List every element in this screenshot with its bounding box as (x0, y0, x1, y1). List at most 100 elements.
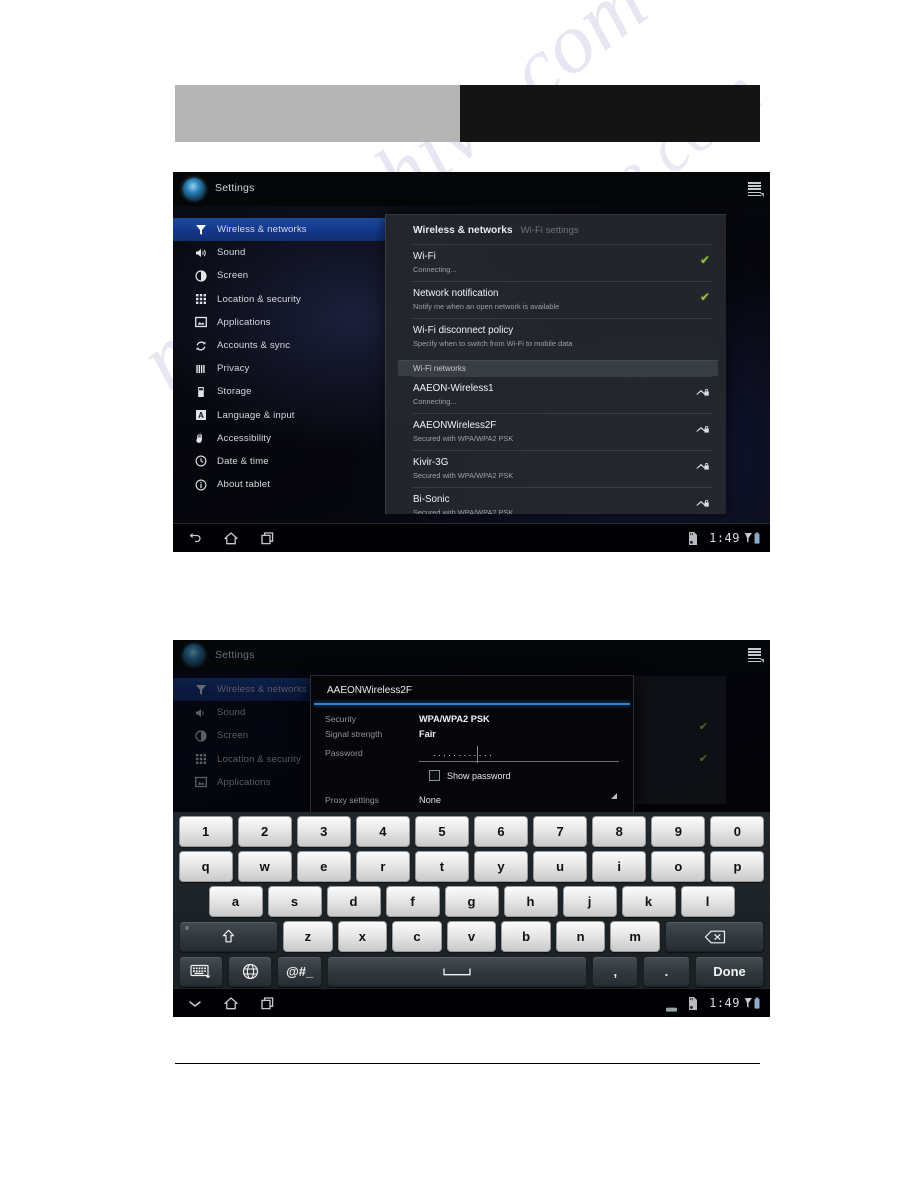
banner-right-block (460, 85, 760, 142)
key-x[interactable]: x (337, 921, 388, 952)
sidebar-item-sound[interactable]: Sound (173, 241, 385, 264)
key-t[interactable]: t (414, 851, 469, 882)
globe-language-icon (242, 963, 259, 980)
checkmark-icon[interactable]: ✔ (700, 291, 710, 303)
dialog-field-password[interactable]: Password ............ (325, 746, 619, 763)
space-key[interactable] (326, 956, 588, 987)
key-s[interactable]: s (267, 886, 322, 917)
hamburger-menu-icon[interactable] (748, 648, 764, 663)
key-z[interactable]: z (283, 921, 333, 952)
chevron-down-icon[interactable] (187, 996, 203, 1011)
key-f[interactable]: f (385, 886, 440, 917)
key-y[interactable]: y (474, 851, 529, 882)
network-status: Secured with WPA/WPA2 PSK (413, 471, 514, 480)
sidebar-item-accounts-sync[interactable]: Accounts & sync (173, 334, 385, 357)
sidebar-item-date-time[interactable]: Date & time (173, 450, 385, 473)
period-key[interactable]: . (643, 956, 690, 987)
wifi-network-row[interactable]: AAEON-Wireless1 Connecting... (413, 376, 712, 413)
home-icon[interactable] (223, 996, 239, 1011)
key-d[interactable]: d (326, 886, 381, 917)
storage-icon (195, 386, 207, 398)
sidebar-item-storage[interactable]: Storage (173, 380, 385, 403)
key-6[interactable]: 6 (474, 816, 529, 847)
grid-dots-icon (195, 753, 207, 765)
key-p[interactable]: p (710, 851, 765, 882)
key-e[interactable]: e (296, 851, 351, 882)
hamburger-menu-icon[interactable] (748, 182, 764, 197)
key-2[interactable]: 2 (237, 816, 292, 847)
setting-row-network-notification[interactable]: Network notification Notify me when an o… (413, 281, 712, 318)
key-b[interactable]: b (501, 921, 551, 952)
sidebar-item-wireless-networks[interactable]: Wireless & networks (173, 218, 385, 242)
key-u[interactable]: u (533, 851, 588, 882)
brightness-icon (195, 270, 207, 282)
comma-key[interactable]: , (592, 956, 639, 987)
key-i[interactable]: i (592, 851, 647, 882)
dropdown-arrow-icon[interactable] (611, 793, 617, 799)
usb-icon (666, 1000, 678, 1017)
wifi-network-row[interactable]: Kivir-3G Secured with WPA/WPA2 PSK (413, 450, 712, 487)
symbols-key[interactable]: @#_ (277, 956, 322, 987)
recent-apps-icon[interactable] (260, 531, 276, 546)
show-password-checkbox[interactable]: Show password (429, 770, 619, 781)
key-k[interactable]: k (621, 886, 676, 917)
key-h[interactable]: h (503, 886, 558, 917)
wifi-settings-panel: Wireless & networks Wi-Fi settings Wi-Fi … (385, 214, 726, 514)
proxy-select[interactable]: None (419, 790, 619, 808)
sidebar-item-accessibility[interactable]: Accessibility (173, 427, 385, 450)
key-a[interactable]: a (208, 886, 263, 917)
sidebar-item-privacy[interactable]: Privacy (173, 357, 385, 380)
key-c[interactable]: c (392, 921, 442, 952)
network-status: Secured with WPA/WPA2 PSK (413, 434, 514, 443)
shot2-navigation-bar: 1:49 (173, 988, 770, 1017)
sd-card-icon (687, 997, 698, 1015)
key-n[interactable]: n (555, 921, 606, 952)
key-3[interactable]: 3 (296, 816, 351, 847)
key-7[interactable]: 7 (533, 816, 588, 847)
key-0[interactable]: 0 (710, 816, 765, 847)
shift-key[interactable] (178, 921, 279, 952)
recent-apps-icon[interactable] (260, 996, 276, 1011)
setting-row-wifi-disconnect-policy[interactable]: Wi-Fi disconnect policy Specify when to … (413, 318, 712, 355)
key-8[interactable]: 8 (592, 816, 647, 847)
wifi-network-row[interactable]: AAEONWireless2F Secured with WPA/WPA2 PS… (413, 413, 712, 450)
dialog-field-proxy-settings[interactable]: Proxy settings None (325, 790, 619, 808)
key-j[interactable]: j (562, 886, 617, 917)
header-banner (175, 85, 760, 142)
sidebar-item-about-tablet[interactable]: About tablet (173, 473, 385, 496)
checkbox-box[interactable] (429, 770, 440, 781)
password-input[interactable]: ............ (419, 746, 619, 763)
key-4[interactable]: 4 (355, 816, 410, 847)
backspace-key[interactable] (664, 921, 765, 952)
done-key[interactable]: Done (694, 956, 765, 987)
key-5[interactable]: 5 (414, 816, 469, 847)
keyboard-row-numbers: 1 2 3 4 5 6 7 8 9 0 (176, 816, 767, 847)
key-q[interactable]: q (178, 851, 233, 882)
key-1[interactable]: 1 (178, 816, 233, 847)
key-v[interactable]: v (446, 921, 497, 952)
text-caret (477, 746, 478, 763)
password-underline (419, 761, 619, 762)
key-o[interactable]: o (651, 851, 706, 882)
key-g[interactable]: g (444, 886, 499, 917)
wifi-network-row[interactable]: Bi-Sonic Secured with WPA/WPA2 PSK (413, 487, 712, 514)
language-switch-key[interactable] (227, 956, 273, 987)
key-9[interactable]: 9 (651, 816, 706, 847)
grid-dots-icon (195, 293, 207, 305)
sidebar-item-label: Accessibility (217, 432, 272, 444)
sidebar-item-location-security[interactable]: Location & security (173, 288, 385, 311)
key-l[interactable]: l (680, 886, 735, 917)
checkmark-icon[interactable]: ✔ (700, 254, 710, 266)
setting-row-wifi[interactable]: Wi-Fi Connecting... ✔ (413, 244, 712, 281)
key-r[interactable]: r (355, 851, 410, 882)
key-m[interactable]: m (610, 921, 660, 952)
back-arrow-icon[interactable] (187, 531, 203, 546)
sidebar-item-applications[interactable]: Applications (173, 311, 385, 334)
home-icon[interactable] (223, 531, 239, 546)
sidebar-item-language-input[interactable]: A Language & input (173, 404, 385, 427)
key-w[interactable]: w (237, 851, 292, 882)
keyboard-switch-key[interactable] (178, 956, 223, 987)
sidebar-item-label: Applications (217, 316, 271, 328)
sidebar-item-screen[interactable]: Screen (173, 264, 385, 287)
sidebar-item-label: Accounts & sync (217, 340, 291, 352)
